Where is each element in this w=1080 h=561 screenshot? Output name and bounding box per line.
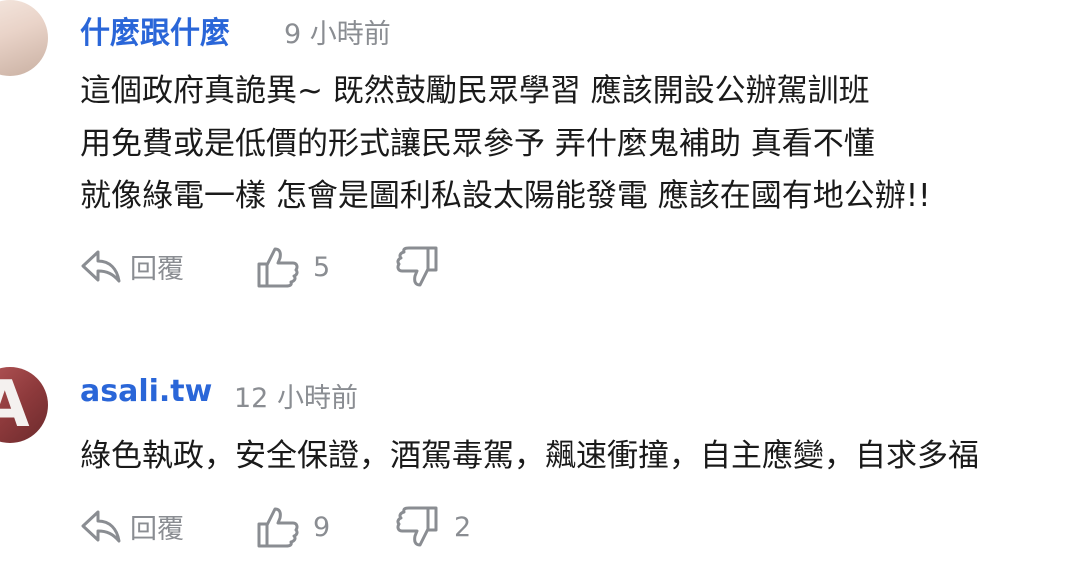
- avatar-mark: A: [0, 368, 30, 442]
- reply-button[interactable]: 回覆: [80, 246, 184, 286]
- like-count: 9: [313, 511, 331, 543]
- reply-arrow-icon: [80, 506, 122, 546]
- like-button[interactable]: 9: [255, 504, 330, 550]
- dislike-button[interactable]: [394, 244, 448, 290]
- comment-text-line: 用免費或是低價的形式讓民眾參予 弄什麼鬼補助 真看不懂: [80, 126, 875, 162]
- thumbs-down-icon: [394, 504, 440, 550]
- like-button[interactable]: 5: [255, 244, 330, 290]
- thumbs-up-icon: [255, 244, 301, 290]
- comment-text-line: 就像綠電一樣 怎會是圖利私設太陽能發電 應該在國有地公辦!!: [80, 178, 931, 214]
- comment-text-line: 這個政府真詭異~ 既然鼓勵民眾學習 應該開設公辦駕訓班: [80, 73, 870, 109]
- reply-label: 回覆: [130, 513, 184, 545]
- avatar[interactable]: A: [0, 367, 48, 443]
- comment-text-line: 綠色執政，安全保證，酒駕毒駕，飆速衝撞，自主應變，自求多福: [80, 438, 979, 474]
- dislike-count: 2: [454, 511, 472, 543]
- reply-arrow-icon: [80, 246, 122, 286]
- dislike-button[interactable]: 2: [394, 504, 471, 550]
- reply-label: 回覆: [130, 253, 184, 285]
- comment-time: 9 小時前: [284, 19, 391, 50]
- comment-author[interactable]: 什麼跟什麼: [80, 8, 230, 52]
- reply-button[interactable]: 回覆: [80, 506, 184, 546]
- like-count: 5: [313, 251, 331, 283]
- comment-time: 12 小時前: [234, 383, 358, 414]
- thumbs-up-icon: [255, 504, 301, 550]
- comment-author[interactable]: asali.tw: [80, 374, 212, 409]
- thumbs-down-icon: [394, 244, 440, 290]
- avatar[interactable]: [0, 0, 48, 76]
